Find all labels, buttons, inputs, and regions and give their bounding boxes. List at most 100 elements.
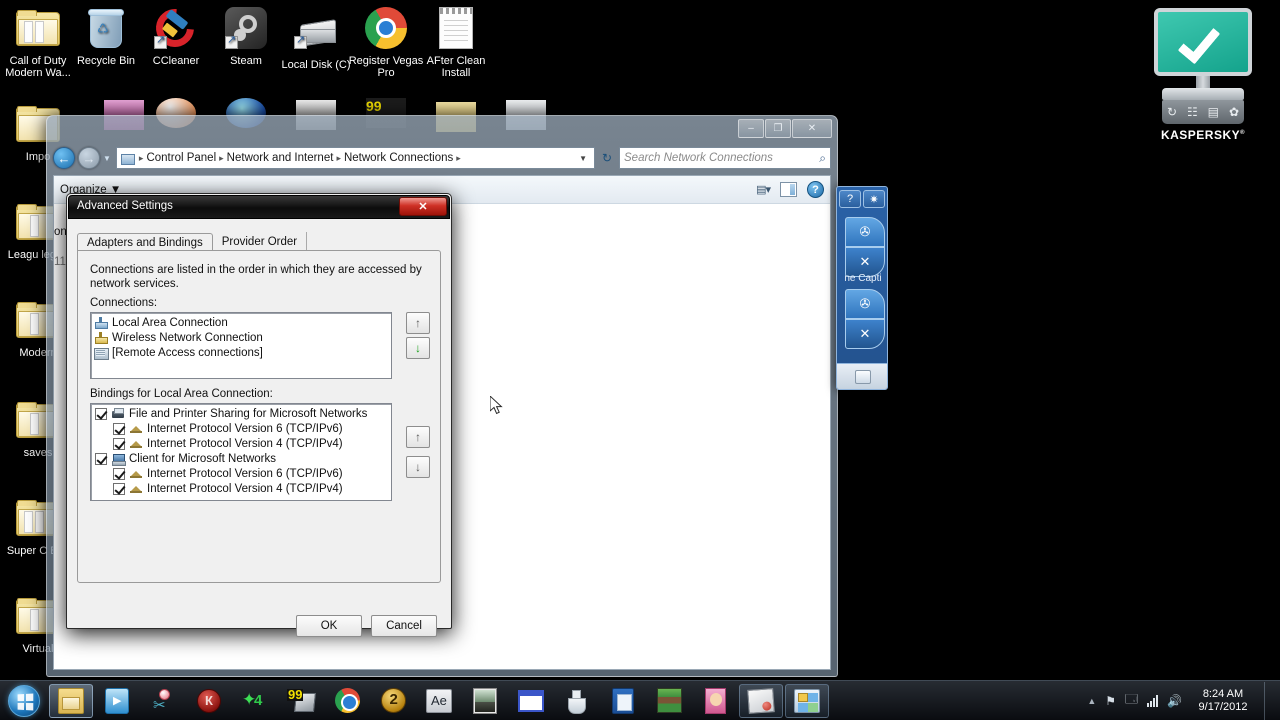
list-item[interactable]: Internet Protocol Version 6 (TCP/IPv6) (91, 421, 391, 436)
start-button[interactable] (0, 682, 48, 720)
tasks-icon[interactable]: ☷ (1187, 106, 1198, 118)
taskbar-windows-explorer[interactable] (49, 683, 93, 718)
recent-locations-dropdown-icon[interactable]: ▼ (103, 154, 111, 163)
refresh-icon[interactable]: ↻ (1167, 106, 1177, 118)
breadcrumb-network-and-internet[interactable]: Network and Internet (225, 152, 336, 164)
clock[interactable]: 8:24 AM 9/17/2012 (1191, 688, 1255, 714)
advanced-settings-dialog[interactable]: Advanced Settings ✕ Adapters and Binding… (66, 193, 452, 637)
desktop-icon-after-clean-install[interactable]: AFter Clean Install (418, 4, 494, 79)
desktop-icon-register-vegas-pro[interactable]: Register Vegas Pro (348, 4, 424, 79)
panel-action-one[interactable]: ✇ ✕ (845, 217, 885, 279)
help-icon[interactable]: ? (807, 181, 824, 198)
panel-top-buttons[interactable]: ? ✷ (837, 187, 887, 211)
taskbar-fraps[interactable] (233, 684, 277, 718)
taskbar-daemon-tools[interactable] (371, 684, 415, 718)
address-bar[interactable]: ← → ▼ ▸ Control Panel ▸ Network and Inte… (53, 143, 831, 173)
breadcrumb-network-connections[interactable]: Network Connections (342, 152, 455, 164)
action-center-flag-icon[interactable]: ⚑ (1105, 694, 1116, 708)
taskbar-image-viewer[interactable] (739, 683, 783, 718)
dialog-tabs[interactable]: Adapters and Bindings Provider Order (77, 231, 441, 252)
refresh-icon[interactable]: ↻ (598, 151, 616, 165)
show-hidden-icons-icon[interactable]: ▲ (1087, 696, 1096, 706)
panel-action-two[interactable]: ✇ ✕ (845, 289, 885, 351)
taskbar-kaspersky[interactable] (187, 684, 231, 718)
taskbar-flask-app[interactable] (555, 684, 599, 718)
binding-checkbox[interactable] (113, 467, 125, 480)
back-button[interactable]: ← (53, 147, 75, 169)
chevron-down-icon[interactable]: ▼ (575, 154, 591, 163)
ok-button[interactable]: OK (296, 615, 362, 637)
cancel-button[interactable]: Cancel (371, 615, 437, 637)
show-desktop-button[interactable] (1264, 681, 1274, 720)
taskbar-network-connections[interactable] (785, 683, 829, 718)
taskbar[interactable]: ▲ ⚑ 🗔 🔊 8:24 AM 9/17/2012 (0, 680, 1280, 720)
views-icon[interactable]: ▤▾ (756, 183, 771, 196)
binding-checkbox[interactable] (113, 482, 125, 495)
panel-footer[interactable] (837, 363, 887, 389)
taskbar-window-app[interactable] (509, 684, 553, 718)
wrench-icon[interactable]: ✇ (845, 217, 885, 247)
system-tray[interactable]: ▲ ⚑ 🗔 🔊 8:24 AM 9/17/2012 (1087, 681, 1280, 720)
taskbar-chrome[interactable] (325, 684, 369, 718)
taskbar-pink-app[interactable] (693, 684, 737, 718)
binding-checkbox[interactable] (95, 452, 107, 465)
taskbar-99-app[interactable] (279, 684, 323, 718)
breadcrumb[interactable]: ▸ Control Panel ▸ Network and Internet ▸… (115, 147, 595, 169)
list-item[interactable]: Local Area Connection (91, 315, 391, 330)
network-notify-icon[interactable]: 🗔 (1125, 690, 1138, 711)
kaspersky-quick-actions[interactable]: ↻ ☷ ▤ ✿ (1162, 100, 1244, 124)
connections-move-up-button[interactable]: ↑ (406, 312, 430, 334)
minimize-button[interactable]: – (738, 119, 764, 138)
binding-checkbox[interactable] (113, 422, 125, 435)
desktop-icon-call-of-duty[interactable]: Call of Duty Modern Wa... (0, 4, 76, 79)
settings-gear-icon[interactable]: ✿ (1229, 106, 1239, 118)
protocol-icon (129, 467, 143, 480)
help-button[interactable]: ? (839, 190, 861, 208)
desktop-icon-local-disk[interactable]: Local Disk (C) (278, 8, 354, 71)
dialog-titlebar[interactable]: Advanced Settings ✕ (68, 195, 450, 219)
bindings-listbox[interactable]: File and Printer Sharing for Microsoft N… (90, 403, 392, 501)
close-icon[interactable]: ✕ (845, 319, 885, 349)
taskbar-minecraft[interactable] (647, 684, 691, 718)
close-button[interactable]: ✕ (792, 119, 832, 138)
volume-icon[interactable]: 🔊 (1167, 694, 1182, 708)
window-controls[interactable]: – ❐ ✕ (738, 119, 832, 138)
list-item[interactable]: File and Printer Sharing for Microsoft N… (91, 406, 391, 421)
taskbar-photo-app[interactable] (463, 684, 507, 718)
desktop-icon-steam[interactable]: Steam (208, 4, 284, 67)
list-item[interactable]: Internet Protocol Version 4 (TCP/IPv4) (91, 436, 391, 451)
taskbar-blue-app[interactable] (601, 684, 645, 718)
tab-provider-order[interactable]: Provider Order (212, 232, 308, 251)
list-item[interactable]: Wireless Network Connection (91, 330, 391, 345)
tools-button[interactable]: ✷ (863, 190, 885, 208)
binding-checkbox[interactable] (113, 437, 125, 450)
wrench-icon[interactable]: ✇ (845, 289, 885, 319)
list-item[interactable]: Internet Protocol Version 4 (TCP/IPv4) (91, 481, 391, 496)
reports-icon[interactable]: ▤ (1208, 106, 1219, 118)
panel-footer-icon[interactable] (855, 369, 871, 384)
connections-listbox[interactable]: Local Area Connection Wireless Network C… (90, 312, 392, 379)
window-titlebar[interactable]: – ❐ ✕ (48, 117, 836, 143)
connections-move-down-button[interactable]: ↓ (406, 337, 430, 359)
taskbar-after-effects[interactable] (417, 684, 461, 718)
forward-button[interactable]: → (78, 147, 100, 169)
maximize-button[interactable]: ❐ (765, 119, 791, 138)
list-item[interactable]: [Remote Access connections] (91, 345, 391, 360)
command-bar-right[interactable]: ▤▾ ? (756, 181, 824, 198)
binding-checkbox[interactable] (95, 407, 107, 420)
bindings-move-down-button[interactable]: ↓ (406, 456, 430, 478)
capture-tool-panel[interactable]: ? ✷ ✇ ✕ ne Capti ✇ ✕ (836, 186, 888, 390)
list-item[interactable]: Internet Protocol Version 6 (TCP/IPv6) (91, 466, 391, 481)
taskbar-snipping-tool[interactable] (141, 684, 185, 718)
dialog-close-button[interactable]: ✕ (399, 197, 447, 216)
search-input[interactable]: Search Network Connections ⌕ (619, 147, 831, 169)
kaspersky-gadget[interactable]: ↻ ☷ ▤ ✿ KASPERSKY® (1148, 4, 1258, 154)
taskbar-media-player[interactable] (95, 684, 139, 718)
desktop-icon-ccleaner[interactable]: CCleaner (138, 1, 214, 67)
breadcrumb-control-panel[interactable]: Control Panel (144, 152, 218, 164)
bindings-move-up-button[interactable]: ↑ (406, 426, 430, 448)
preview-pane-icon[interactable] (780, 182, 797, 197)
list-item[interactable]: Client for Microsoft Networks (91, 451, 391, 466)
desktop-icon-recycle-bin[interactable]: ♺ Recycle Bin (68, 4, 144, 67)
signal-bars-icon[interactable] (1147, 694, 1159, 707)
